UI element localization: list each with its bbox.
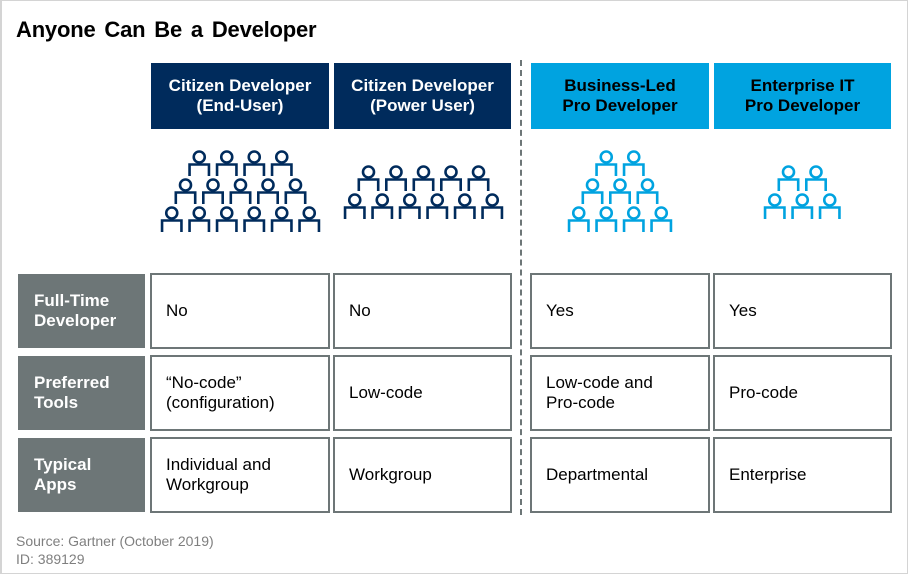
person-at-desk-icon <box>567 206 590 232</box>
person-at-desk-icon <box>242 150 265 176</box>
cell-full-time-citizen-end-user: No <box>150 273 330 349</box>
person-at-desk-icon <box>384 165 407 191</box>
person-at-desk-icon <box>284 178 306 204</box>
people-group-citizen-end-user <box>156 148 325 236</box>
person-at-desk-icon <box>174 178 196 204</box>
person-at-desk-icon <box>215 206 238 232</box>
source-note: Source: Gartner (October 2019) ID: 38912… <box>16 532 214 568</box>
column-header-citizen-power-user: Citizen Developer (Power User) <box>334 63 511 129</box>
person-at-desk-icon <box>343 193 366 219</box>
column-header-business-led-pro: Business-Led Pro Developer <box>531 63 709 129</box>
cell-tools-citizen-power-user: Low-code <box>333 355 512 431</box>
person-at-desk-icon <box>187 150 210 176</box>
person-at-desk-icon <box>412 165 434 191</box>
person-at-desk-icon <box>791 193 813 219</box>
person-at-desk-icon <box>242 206 265 232</box>
person-at-desk-icon <box>398 193 421 219</box>
person-at-desk-icon <box>595 150 618 176</box>
person-at-desk-icon <box>636 178 659 204</box>
figure-title: Anyone Can Be a Developer <box>16 17 317 42</box>
row-label-preferred-tools: Preferred Tools <box>18 356 145 430</box>
person-at-desk-icon <box>270 206 293 232</box>
person-at-desk-icon <box>201 178 224 204</box>
column-header-label: Enterprise IT Pro Developer <box>744 76 861 115</box>
people-group-citizen-power-user <box>339 163 508 223</box>
cell-apps-citizen-power-user: Workgroup <box>333 437 512 513</box>
person-at-desk-icon <box>609 178 631 204</box>
person-at-desk-icon <box>160 206 183 232</box>
column-header-citizen-end-user: Citizen Developer (End-User) <box>151 63 329 129</box>
person-at-desk-icon <box>650 206 673 232</box>
person-at-desk-icon <box>467 165 489 191</box>
cell-apps-business-led-pro: Departmental <box>530 437 710 513</box>
figure-id: ID: 389129 <box>16 551 85 567</box>
people-group-enterprise-it-pro <box>759 163 846 223</box>
person-at-desk-icon <box>357 165 379 191</box>
person-at-desk-icon <box>215 150 238 176</box>
person-at-desk-icon <box>297 206 320 232</box>
column-header-label: Business-Led Pro Developer <box>562 76 678 115</box>
cell-apps-citizen-end-user: Individual and Workgroup <box>150 437 330 513</box>
person-at-desk-icon <box>763 193 786 219</box>
person-at-desk-icon <box>777 165 800 191</box>
row-label-full-time-developer: Full-Time Developer <box>18 274 145 348</box>
cell-apps-enterprise-it-pro: Enterprise <box>713 437 892 513</box>
person-at-desk-icon <box>270 150 293 176</box>
cell-full-time-enterprise-it-pro: Yes <box>713 273 892 349</box>
cell-tools-business-led-pro: Low-code and Pro-code <box>530 355 710 431</box>
column-header-label: Citizen Developer (End-User) <box>168 76 312 115</box>
column-header-label: Citizen Developer (Power User) <box>351 76 494 115</box>
cell-tools-enterprise-it-pro: Pro-code <box>713 355 892 431</box>
source-line: Source: Gartner (October 2019) <box>16 533 214 549</box>
person-at-desk-icon <box>229 178 251 204</box>
row-label-typical-apps: Typical Apps <box>18 438 145 512</box>
column-header-enterprise-it-pro: Enterprise IT Pro Developer <box>714 63 891 129</box>
person-at-desk-icon <box>453 193 476 219</box>
cell-tools-citizen-end-user: “No-code” (configuration) <box>150 355 330 431</box>
person-at-desk-icon <box>622 150 645 176</box>
person-at-desk-icon <box>439 165 462 191</box>
person-at-desk-icon <box>804 165 827 191</box>
person-at-desk-icon <box>818 193 841 219</box>
person-at-desk-icon <box>256 178 279 204</box>
person-at-desk-icon <box>595 206 618 232</box>
person-at-desk-icon <box>370 193 393 219</box>
cell-full-time-citizen-power-user: No <box>333 273 512 349</box>
person-at-desk-icon <box>581 178 604 204</box>
people-group-business-led-pro <box>563 148 677 236</box>
person-at-desk-icon <box>425 193 448 219</box>
person-at-desk-icon <box>622 206 645 232</box>
person-at-desk-icon <box>187 206 210 232</box>
person-at-desk-icon <box>480 193 503 219</box>
dashed-divider <box>520 60 522 515</box>
cell-full-time-business-led-pro: Yes <box>530 273 710 349</box>
